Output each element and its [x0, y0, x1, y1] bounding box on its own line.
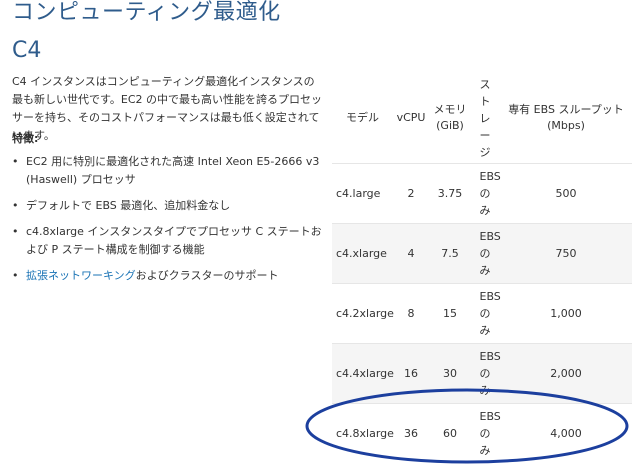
cell-memory: 30 — [430, 343, 470, 404]
storage-text: EBS のみ — [479, 170, 501, 217]
feature-text: EC2 用に特別に最適化された高速 Intel Xeon E5-2666 v3 … — [26, 155, 320, 186]
column-header-model: モデル — [346, 111, 379, 124]
cell-ebs: 500 — [500, 163, 632, 224]
cell-vcpu: 2 — [392, 163, 430, 224]
cell-ebs: 2,000 — [500, 343, 632, 404]
cell-storage: EBS のみ — [470, 283, 501, 344]
page-heading: コンピューティング最適化 — [12, 0, 281, 25]
feature-text: およびクラスターのサポート — [135, 269, 279, 282]
cell-memory: 7.5 — [430, 223, 470, 284]
enhanced-networking-link[interactable]: 拡張ネットワーキング — [26, 269, 136, 282]
section-title: C4 — [12, 38, 42, 63]
table-header-row: モデル vCPU メモリ (GiB) ストレージ 専有 EBS スループット (… — [332, 73, 632, 164]
cell-vcpu: 4 — [392, 223, 430, 284]
column-header-vcpu: vCPU — [396, 111, 426, 124]
table-row: c4.4xlarge 16 30 EBS のみ 2,000 — [332, 343, 632, 404]
cell-storage: EBS のみ — [470, 343, 501, 404]
storage-header-text: ストレージ — [479, 77, 491, 159]
features-label: 特徴: — [12, 132, 39, 145]
cell-model: c4.xlarge — [332, 223, 392, 284]
cell-vcpu: 8 — [392, 283, 430, 344]
cell-model: c4.8xlarge — [332, 403, 394, 463]
cell-ebs: 750 — [500, 223, 632, 284]
feature-item: EC2 用に特別に最適化された高速 Intel Xeon E5-2666 v3 … — [12, 153, 322, 189]
storage-text: EBS のみ — [479, 410, 501, 457]
cell-vcpu: 36 — [392, 403, 430, 463]
cell-model: c4.4xlarge — [332, 343, 394, 404]
column-header-memory: メモリ (GiB) — [433, 103, 467, 132]
table-row: c4.2xlarge 8 15 EBS のみ 1,000 — [332, 283, 632, 344]
cell-memory: 3.75 — [430, 163, 470, 224]
table-row: c4.8xlarge 36 60 EBS のみ 4,000 — [332, 403, 632, 463]
features-list: EC2 用に特別に最適化された高速 Intel Xeon E5-2666 v3 … — [12, 153, 322, 293]
storage-text: EBS のみ — [479, 230, 501, 277]
intro-paragraph: C4 インスタンスはコンピューティング最適化インスタンスの最も新しい世代です。E… — [12, 75, 323, 142]
cell-vcpu: 16 — [392, 343, 430, 404]
cell-memory: 60 — [430, 403, 470, 463]
cell-ebs: 1,000 — [500, 283, 632, 344]
feature-item: デフォルトで EBS 最適化、追加料金なし — [12, 197, 322, 215]
storage-text: EBS のみ — [479, 350, 501, 397]
cell-model: c4.large — [332, 163, 392, 224]
table-row: c4.xlarge 4 7.5 EBS のみ 750 — [332, 223, 632, 284]
cell-storage: EBS のみ — [470, 403, 501, 463]
column-header-ebs-throughput: 専有 EBS スループット (Mbps) — [508, 103, 624, 132]
instance-spec-table: モデル vCPU メモリ (GiB) ストレージ 専有 EBS スループット (… — [332, 73, 632, 463]
feature-text: c4.8xlarge インスタンスタイプでプロセッサ C ステートおよび P ス… — [26, 225, 322, 256]
column-header-storage: ストレージ — [470, 73, 500, 164]
feature-item: c4.8xlarge インスタンスタイプでプロセッサ C ステートおよび P ス… — [12, 223, 322, 259]
storage-text: EBS のみ — [479, 290, 501, 337]
cell-memory: 15 — [430, 283, 470, 344]
cell-model: c4.2xlarge — [332, 283, 394, 344]
feature-item: 拡張ネットワーキングおよびクラスターのサポート — [12, 267, 322, 285]
table-row: c4.large 2 3.75 EBS のみ 500 — [332, 163, 632, 224]
cell-storage: EBS のみ — [470, 163, 501, 224]
feature-text: デフォルトで EBS 最適化、追加料金なし — [26, 199, 231, 212]
cell-storage: EBS のみ — [470, 223, 501, 284]
cell-ebs: 4,000 — [500, 403, 632, 463]
